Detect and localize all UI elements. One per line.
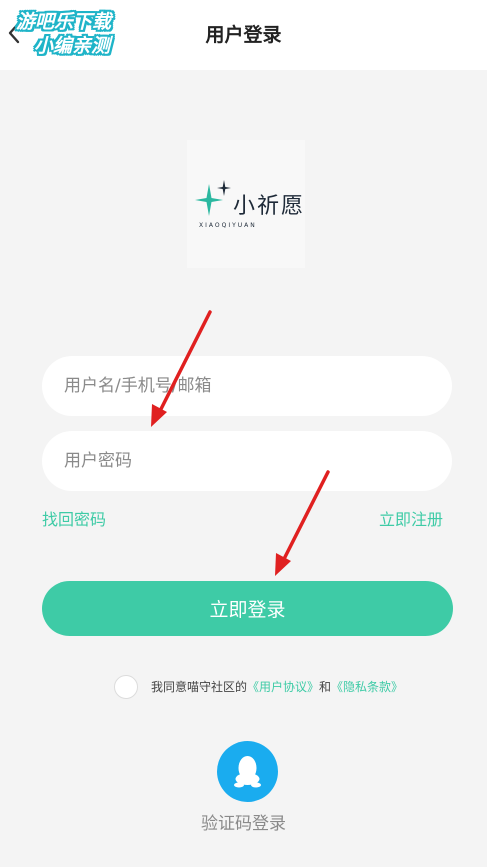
app-logo: 小祈愿 XIAOQIYUAN: [187, 140, 305, 268]
agreement-prefix: 我同意喵守社区的: [151, 680, 248, 694]
privacy-link[interactable]: 《隐私条款》: [331, 680, 403, 694]
username-input[interactable]: [42, 356, 452, 416]
sms-login-link[interactable]: 验证码登录: [0, 809, 487, 834]
logo-subtitle: XIAOQIYUAN: [199, 222, 257, 229]
login-button[interactable]: 立即登录: [42, 581, 453, 636]
agreement-text: 我同意喵守社区的《用户协议》和《隐私条款》: [151, 678, 403, 695]
sparkle-star-icon: [195, 180, 231, 216]
password-input[interactable]: [42, 431, 452, 491]
register-link[interactable]: 立即注册: [379, 506, 443, 530]
forgot-password-link[interactable]: 找回密码: [42, 506, 106, 530]
agreement-checkbox[interactable]: [114, 675, 138, 699]
page-title: 用户登录: [205, 24, 282, 46]
qq-login-button[interactable]: [217, 741, 278, 802]
logo-name: 小祈愿: [233, 194, 306, 219]
qq-penguin-icon: [234, 756, 261, 788]
agreement-and: 和: [319, 680, 332, 694]
app-header: 游吧乐下载 小编亲测 用户登录: [0, 0, 487, 70]
user-agreement-link[interactable]: 《用户协议》: [247, 680, 319, 694]
